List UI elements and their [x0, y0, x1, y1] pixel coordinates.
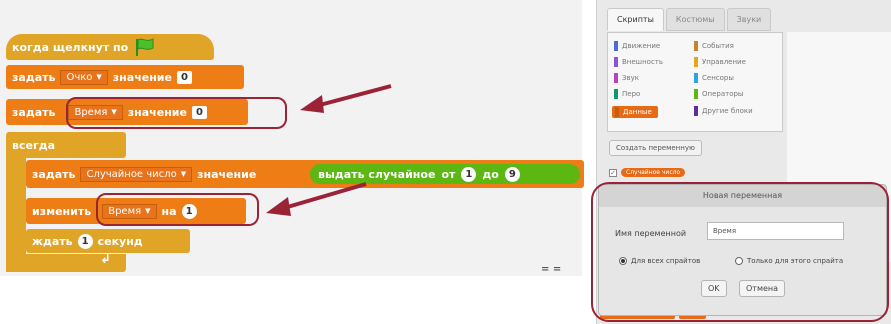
to-label: до — [482, 167, 499, 181]
motion-swatch — [614, 41, 618, 51]
when-flag-clicked-block[interactable]: когда щелкнут по — [6, 34, 214, 60]
variable-reporter[interactable]: Случайное число — [621, 168, 686, 177]
category-data[interactable]: Данные — [612, 106, 658, 118]
tab-sounds[interactable]: Звуки — [726, 8, 772, 31]
loop-arrow-icon: ↲ — [100, 252, 111, 267]
wait-verb: ждать — [32, 234, 73, 248]
set-score-block[interactable]: задать Очко ▼ значение 0 — [6, 65, 244, 89]
category-control[interactable]: Управление — [694, 57, 746, 67]
dropdown-arrow-icon: ▼ — [180, 170, 187, 178]
tab-costumes[interactable]: Костюмы — [665, 8, 725, 31]
value-label: значение — [197, 167, 257, 181]
highlight-dialog — [591, 182, 889, 322]
from-input[interactable]: 1 — [461, 166, 477, 182]
forever-block[interactable]: всегда — [6, 132, 126, 158]
category-label: Данные — [623, 108, 652, 116]
wait-unit: секунд — [97, 234, 143, 248]
set-verb: задать — [12, 105, 56, 119]
category-pen[interactable]: Перо — [614, 89, 640, 99]
control-swatch — [694, 57, 698, 67]
from-label: от — [441, 167, 456, 181]
highlight-set-time — [66, 97, 287, 129]
value-label: значение — [112, 70, 172, 84]
make-variable-button[interactable]: Создать переменную — [609, 140, 702, 156]
variable-dropdown[interactable]: Случайное число ▼ — [80, 166, 193, 182]
set-verb: задать — [12, 70, 56, 84]
operators-swatch — [694, 89, 698, 99]
sensing-swatch — [694, 73, 698, 83]
hat-label: когда щелкнут по — [12, 40, 129, 54]
checkbox[interactable]: ✓ — [609, 168, 617, 177]
highlight-change-time — [96, 193, 259, 226]
arrow-to-set-time-icon — [300, 84, 392, 113]
category-label: Внешность — [622, 58, 664, 66]
category-sensing[interactable]: Сенсоры — [694, 73, 734, 83]
category-label: Движение — [622, 42, 661, 50]
category-more-blocks[interactable]: Другие блоки — [694, 106, 753, 116]
screen: когда щелкнут по задать Очко ▼ значение 0… — [0, 0, 891, 324]
category-motion[interactable]: Движение — [614, 41, 660, 51]
value-input[interactable]: 0 — [176, 70, 192, 84]
change-verb: изменить — [32, 204, 92, 218]
category-label: Другие блоки — [702, 107, 753, 115]
category-events[interactable]: События — [694, 41, 734, 51]
tab-scripts[interactable]: Скрипты — [607, 8, 664, 31]
set-verb: задать — [32, 167, 76, 181]
zoom-controls[interactable]: = = — [541, 264, 561, 275]
category-label: Операторы — [702, 90, 744, 98]
looks-swatch — [614, 57, 618, 67]
category-label: Сенсоры — [702, 74, 734, 82]
wait-block[interactable]: ждать 1 секунд — [26, 229, 190, 253]
editor-tabs: Скрипты Костюмы Звуки — [607, 8, 772, 31]
category-label: Перо — [622, 90, 641, 98]
arrow-to-change-time-icon — [266, 182, 367, 216]
variable-name: Очко — [66, 71, 93, 83]
category-label: Звук — [622, 74, 639, 82]
category-looks[interactable]: Внешность — [614, 57, 663, 67]
variable-dropdown[interactable]: Очко ▼ — [60, 69, 108, 85]
category-sound[interactable]: Звук — [614, 73, 639, 83]
green-flag-icon — [133, 37, 157, 57]
pen-swatch — [614, 89, 618, 99]
zoom-label: = = — [541, 264, 562, 275]
events-swatch — [694, 41, 698, 51]
sound-swatch — [614, 73, 618, 83]
category-label: Управление — [702, 58, 746, 66]
category-label: События — [702, 42, 734, 50]
random-label: выдать случайное — [318, 167, 436, 181]
dropdown-arrow-icon: ▼ — [96, 73, 102, 81]
variable-checkbox-row[interactable]: ✓ Случайное число — [609, 168, 686, 177]
forever-label: всегда — [12, 138, 55, 152]
to-input[interactable]: 9 — [504, 166, 520, 182]
more-blocks-swatch — [694, 106, 698, 116]
wait-input[interactable]: 1 — [77, 233, 93, 249]
category-operators[interactable]: Операторы — [694, 89, 743, 99]
category-palette: Движение Внешность Звук Перо Данные Собы… — [607, 32, 783, 132]
script-area: когда щелкнут по задать Очко ▼ значение 0… — [0, 0, 584, 276]
variable-name: Случайное число — [86, 168, 177, 180]
data-swatch — [615, 107, 619, 117]
